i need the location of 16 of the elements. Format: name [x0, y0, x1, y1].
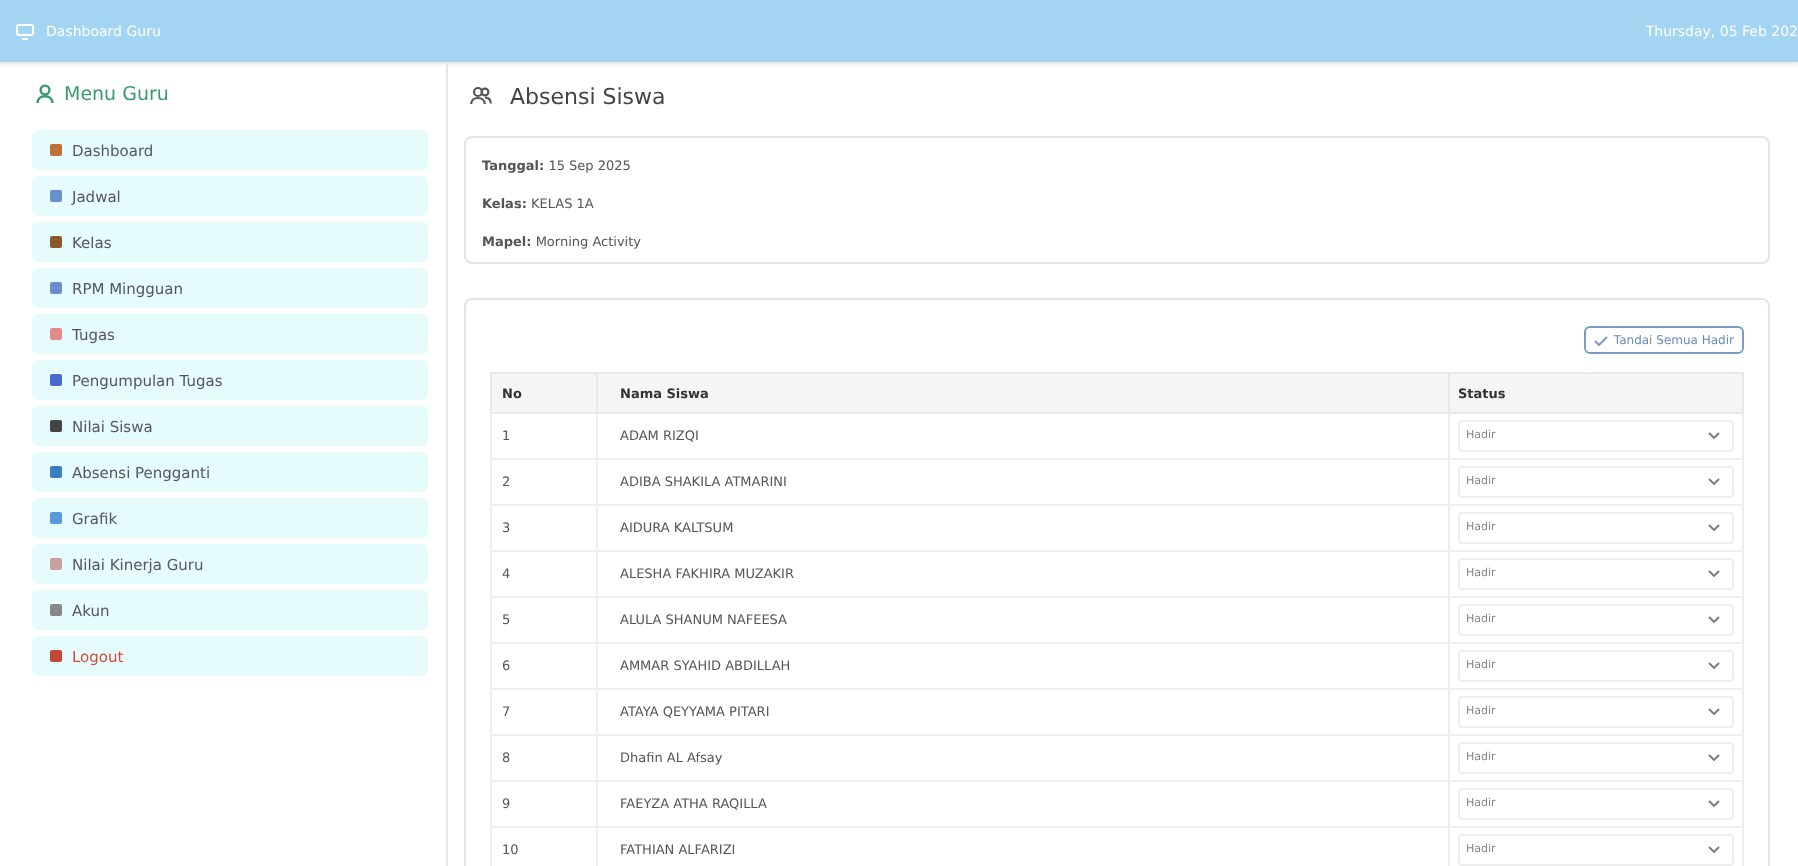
chevron-down-icon	[1708, 432, 1720, 440]
chevron-down-icon	[1708, 708, 1720, 716]
chevron-down-icon	[1708, 800, 1720, 808]
users-icon	[470, 86, 492, 106]
chevron-down-icon	[1708, 662, 1720, 670]
chevron-down-icon	[1708, 754, 1720, 762]
user-icon	[36, 84, 54, 104]
sidebar-title: Menu Guru	[64, 83, 169, 105]
page-title: Absensi Siswa	[510, 83, 666, 109]
chevron-down-icon	[1708, 524, 1720, 532]
monitor-icon	[16, 23, 34, 39]
chevron-down-icon	[1708, 478, 1720, 486]
chevron-down-icon	[1708, 616, 1720, 624]
chevron-down-icon	[1708, 846, 1720, 854]
chevron-down-icon	[1708, 570, 1720, 578]
check-icon	[1593, 335, 1608, 345]
